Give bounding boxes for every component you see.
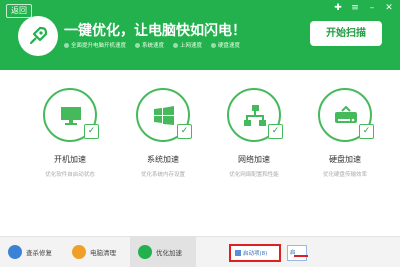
summary-item: 全面提升电脑开机速度 [64, 41, 126, 49]
optimization-summary: 全面提升电脑开机速度 系统速度 上网速度 硬盘速度 [64, 41, 240, 49]
startup-label: 启动项(8) [243, 251, 268, 257]
card-boot-speedup[interactable]: ✓ 开机加速 优化软件自启动状态 [22, 88, 118, 178]
tab-virus-repair[interactable]: 查杀修复 [0, 237, 62, 267]
top-banner: 返回 一键优化，让电脑快如闪电！ 全面提升电脑开机速度 系统速度 上网速度 硬盘… [0, 0, 400, 70]
bottom-toolbar: 查杀修复 电脑清理 优化加速 启动项(8) 启 [0, 236, 400, 267]
check-icon [135, 42, 141, 48]
checkbox-icon[interactable]: ✓ [177, 124, 192, 139]
card-title: 开机加速 [54, 155, 86, 164]
card-title: 系统加速 [147, 155, 179, 164]
back-button[interactable]: 返回 [6, 4, 32, 18]
tab-label: 电脑清理 [90, 249, 116, 257]
tab-pc-cleanup[interactable]: 电脑清理 [64, 237, 128, 267]
check-icon [173, 42, 179, 48]
tab-optimize-speedup[interactable]: 优化加速 [130, 237, 196, 267]
more-button[interactable]: 启 [287, 245, 307, 261]
minimize-icon[interactable]: – [367, 3, 377, 13]
card-title: 硬盘加速 [329, 155, 361, 164]
startup-items-button[interactable]: 启动项(8) [229, 244, 281, 262]
menu-icon[interactable]: ≡ [350, 3, 360, 13]
checkbox-icon[interactable]: ✓ [84, 124, 99, 139]
rocket-logo-icon [18, 16, 58, 56]
summary-label: 全面提升电脑开机速度 [71, 43, 127, 49]
broom-icon [72, 245, 86, 259]
start-scan-button[interactable]: 开始扫描 [310, 21, 382, 46]
summary-item: 系统速度 [135, 41, 164, 49]
check-icon [64, 42, 69, 48]
card-description: 优化网络配置和性能 [229, 172, 279, 178]
checkbox-icon[interactable]: ✓ [268, 124, 283, 139]
card-description: 优化硬盘传输效率 [322, 172, 367, 178]
window-controls: ✚ ≡ – ✕ [333, 3, 394, 13]
card-system-speedup[interactable]: ✓ 系统加速 优化系统内存设置 [115, 88, 211, 178]
highlight-mark [294, 255, 308, 257]
tab-label: 查杀修复 [26, 249, 52, 257]
rocket-icon [138, 245, 152, 259]
card-title: 网络加速 [238, 155, 270, 164]
close-icon[interactable]: ✕ [384, 3, 394, 13]
summary-item: 上网速度 [173, 41, 202, 49]
card-description: 优化系统内存设置 [140, 172, 185, 178]
shield-repair-icon [8, 245, 22, 259]
summary-label: 上网速度 [180, 43, 203, 49]
tab-label: 优化加速 [156, 249, 182, 257]
card-disk-speedup[interactable]: ✓ 硬盘加速 优化硬盘传输效率 [297, 88, 393, 178]
summary-label: 系统速度 [142, 43, 165, 49]
windows-icon: ✓ [136, 88, 192, 142]
network-icon: ✓ [227, 88, 283, 142]
summary-item: 硬盘速度 [211, 41, 240, 49]
check-icon [211, 42, 217, 48]
monitor-icon: ✓ [43, 88, 99, 142]
checkbox-icon[interactable]: ✓ [359, 124, 374, 139]
card-description: 优化软件自启动状态 [45, 172, 95, 178]
skin-icon[interactable]: ✚ [333, 3, 343, 13]
startup-icon [235, 250, 241, 256]
harddisk-icon: ✓ [318, 88, 374, 142]
summary-label: 硬盘速度 [218, 43, 241, 49]
page-title: 一键优化，让电脑快如闪电！ [64, 23, 246, 39]
card-network-speedup[interactable]: ✓ 网络加速 优化网络配置和性能 [206, 88, 302, 178]
